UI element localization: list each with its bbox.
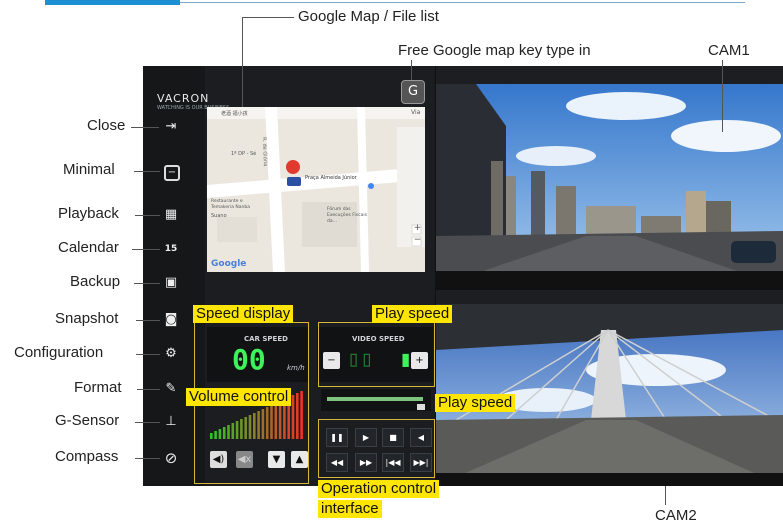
minimize-icon[interactable]: − [164, 165, 180, 181]
google-key-button[interactable]: G [401, 80, 425, 104]
google-logo: Google [211, 259, 247, 269]
label-close: Close [87, 117, 126, 134]
cam1-view[interactable] [436, 66, 783, 287]
label-free-key: Free Google map key type in [398, 42, 591, 59]
header-rule [45, 0, 745, 6]
calendar-icon[interactable]: 15 [162, 240, 180, 258]
label-snapshot: Snapshot [55, 310, 119, 327]
label-configuration: Configuration [14, 344, 104, 361]
map-label: Suano [211, 213, 227, 219]
label-volume-control: Volume control [186, 388, 292, 406]
map-label: Fórum das Execuções Fiscais da... [327, 207, 367, 224]
label-cam1: CAM1 [708, 42, 750, 59]
map-label: Restaurante e Temakeria Nanba [211, 199, 250, 210]
video-speed-outline [318, 322, 435, 387]
label-interface: interface [318, 500, 382, 518]
map-label: 老酒 福小孩 [221, 111, 248, 117]
label-calendar: Calendar [58, 239, 119, 256]
snapshot-icon[interactable]: ◙ [162, 311, 180, 329]
label-play-speed: Play speed [372, 305, 453, 323]
playback-icon[interactable]: ▦ [162, 206, 180, 224]
cam2-view[interactable] [436, 290, 783, 486]
playback-progress[interactable] [321, 389, 431, 411]
map-label: Via [411, 109, 421, 116]
map-street-label: R. da Glória [261, 137, 269, 167]
operation-outline [318, 419, 435, 478]
g-sensor-icon[interactable]: ⊥ [162, 413, 180, 431]
format-icon[interactable]: ✎ [162, 380, 180, 398]
zoom-in-button[interactable]: + [413, 223, 422, 234]
label-speed-display: Speed display [193, 305, 294, 323]
label-compass: Compass [55, 448, 119, 465]
map-place-label: Praça Almeida Júnior [305, 175, 357, 181]
backup-icon[interactable]: ▣ [162, 274, 180, 292]
label-g-sensor: G-Sensor [55, 412, 120, 429]
close-icon[interactable]: ⇥ [162, 118, 180, 136]
label-play-speed-slider: Play speed [435, 394, 516, 412]
label-cam2: CAM2 [655, 507, 697, 524]
compass-icon[interactable]: ⊘ [162, 449, 180, 467]
label-operation-control: Operation control [318, 480, 440, 498]
configuration-icon[interactable]: ⚙ [162, 345, 180, 363]
google-map[interactable]: 老酒 福小孩 Via 1º DP - Sé Praça Almeida Júni… [207, 107, 425, 272]
label-backup: Backup [70, 273, 121, 290]
label-google-map-file-list: Google Map / File list [298, 8, 439, 25]
label-format: Format [74, 379, 122, 396]
zoom-out-button[interactable]: − [413, 235, 422, 246]
label-minimal: Minimal [63, 161, 115, 178]
label-playback: Playback [58, 205, 119, 222]
map-label: 1º DP - Sé [231, 151, 257, 157]
